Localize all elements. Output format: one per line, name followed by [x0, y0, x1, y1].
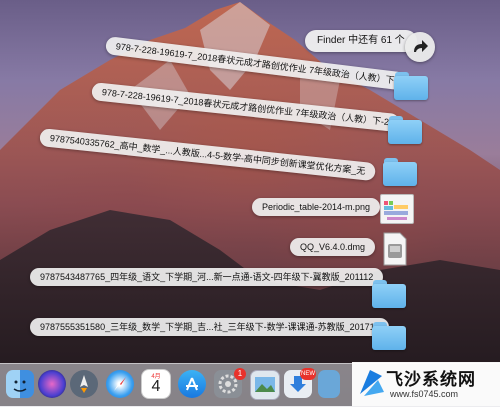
folder-stack-icon[interactable]: [318, 370, 340, 398]
dmg-file-icon: [383, 232, 407, 266]
watermark-logo-icon: [360, 370, 384, 396]
watermark-url: www.fs0745.com: [390, 389, 459, 399]
folder-icon[interactable]: [372, 280, 406, 308]
stack-item-label[interactable]: Periodic_table-2014-m.png: [252, 198, 381, 216]
watermark-title: 飞沙系统网: [386, 370, 476, 390]
site-watermark: 飞沙系统网 www.fs0745.com: [352, 362, 500, 406]
folder-icon[interactable]: [383, 158, 417, 186]
curved-arrow-icon: [414, 40, 428, 52]
stack-item-label[interactable]: QQ_V6.4.0.dmg: [290, 238, 376, 256]
open-in-finder-button[interactable]: [405, 32, 435, 62]
stack-item-label[interactable]: 9787543487765_四年级_语文_下学期_河...新一点通-语文-四年级…: [30, 268, 384, 286]
folder-icon[interactable]: [388, 116, 422, 144]
stack-item-label[interactable]: 9787555351580_三年级_数学_下学期_吉...社_三年级下-数学-课…: [30, 318, 389, 336]
system-preferences-icon[interactable]: 1: [214, 368, 246, 398]
finder-icon[interactable]: [6, 370, 34, 398]
siri-icon[interactable]: [38, 370, 66, 398]
show-more-in-finder-button[interactable]: Finder 中还有 61 个: [305, 30, 417, 52]
launchpad-icon[interactable]: [70, 370, 98, 398]
app-store-icon[interactable]: [178, 370, 206, 398]
image-file-icon[interactable]: [380, 194, 414, 224]
safari-icon[interactable]: [106, 370, 134, 398]
calendar-icon[interactable]: 4月 4: [142, 370, 170, 398]
folder-icon[interactable]: [372, 322, 406, 350]
new-badge: NEW: [300, 368, 316, 380]
disk-image-icon[interactable]: [382, 232, 408, 266]
notification-badge: 1: [234, 368, 246, 380]
folder-icon[interactable]: [394, 72, 428, 100]
downloads-stack-icon[interactable]: NEW: [284, 368, 316, 398]
preview-icon[interactable]: [250, 370, 280, 400]
periodic-table-thumbnail-icon: [384, 201, 408, 220]
calendar-day-label: 4: [151, 378, 161, 395]
